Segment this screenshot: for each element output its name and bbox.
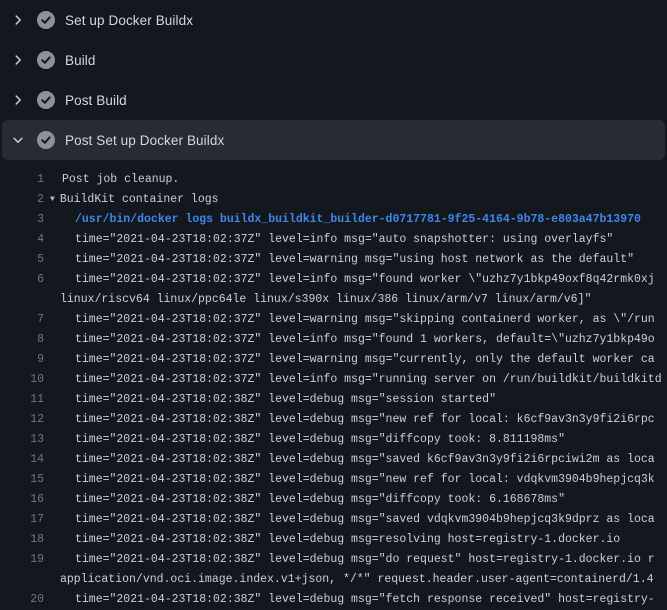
check-circle-icon bbox=[37, 51, 55, 69]
log-text: time="2021-04-23T18:02:37Z" level=warnin… bbox=[44, 310, 655, 330]
log-line: 10time="2021-04-23T18:02:37Z" level=info… bbox=[0, 370, 667, 390]
line-number[interactable]: 11 bbox=[0, 390, 44, 410]
log-text: time="2021-04-23T18:02:38Z" level=debug … bbox=[44, 550, 655, 570]
line-number[interactable]: 5 bbox=[0, 250, 44, 270]
log-text: time="2021-04-23T18:02:37Z" level=info m… bbox=[44, 330, 655, 350]
log-text: time="2021-04-23T18:02:38Z" level=debug … bbox=[44, 510, 655, 530]
log-text: time="2021-04-23T18:02:37Z" level=warnin… bbox=[44, 350, 655, 370]
log-group-toggle[interactable]: ▼ BuildKit container logs bbox=[44, 190, 219, 210]
chevron-down-icon bbox=[10, 132, 26, 148]
log-text: time="2021-04-23T18:02:38Z" level=debug … bbox=[44, 430, 565, 450]
step-row-set-up-docker-buildx[interactable]: Set up Docker Buildx bbox=[0, 0, 667, 40]
log-line: 16time="2021-04-23T18:02:38Z" level=debu… bbox=[0, 490, 667, 510]
line-number[interactable]: 3 bbox=[0, 210, 44, 230]
log-text: Post job cleanup. bbox=[44, 170, 179, 190]
line-number[interactable]: 4 bbox=[0, 230, 44, 250]
line-number[interactable]: 17 bbox=[0, 510, 44, 530]
line-number[interactable]: 15 bbox=[0, 470, 44, 490]
log-line: 14time="2021-04-23T18:02:38Z" level=debu… bbox=[0, 450, 667, 470]
log-line: 17time="2021-04-23T18:02:38Z" level=debu… bbox=[0, 510, 667, 530]
step-label: Post Build bbox=[65, 93, 127, 108]
line-number[interactable]: 16 bbox=[0, 490, 44, 510]
actions-log-panel: Set up Docker Buildx Build Post Build Post … bbox=[0, 0, 667, 610]
step-row-post-set-up-docker-buildx[interactable]: Post Set up Docker Buildx bbox=[2, 120, 665, 160]
collapse-triangle-icon: ▼ bbox=[50, 190, 55, 210]
check-circle-icon bbox=[37, 11, 55, 29]
line-number[interactable]: 6 bbox=[0, 270, 44, 290]
log-line: 8time="2021-04-23T18:02:37Z" level=info … bbox=[0, 330, 667, 350]
log-text: time="2021-04-23T18:02:37Z" level=info m… bbox=[44, 370, 662, 390]
step-label: Set up Docker Buildx bbox=[65, 13, 193, 28]
log-line: 1Post job cleanup. bbox=[0, 170, 667, 190]
check-circle-icon bbox=[37, 131, 55, 149]
log-line: 15time="2021-04-23T18:02:38Z" level=debu… bbox=[0, 470, 667, 490]
log-line: 6time="2021-04-23T18:02:37Z" level=info … bbox=[0, 270, 667, 290]
log-text: time="2021-04-23T18:02:38Z" level=debug … bbox=[44, 450, 655, 470]
log-text: time="2021-04-23T18:02:37Z" level=info m… bbox=[44, 230, 613, 250]
step-label: Post Set up Docker Buildx bbox=[65, 133, 224, 148]
log-group-label: BuildKit container logs bbox=[60, 193, 219, 206]
chevron-right-icon bbox=[10, 52, 26, 68]
log-text: time="2021-04-23T18:02:37Z" level=info m… bbox=[44, 270, 655, 290]
log-line: 5time="2021-04-23T18:02:37Z" level=warni… bbox=[0, 250, 667, 270]
log-line: 12time="2021-04-23T18:02:38Z" level=debu… bbox=[0, 410, 667, 430]
line-number[interactable]: 19 bbox=[0, 550, 44, 570]
line-number[interactable] bbox=[0, 290, 44, 310]
line-number[interactable]: 8 bbox=[0, 330, 44, 350]
log-line: 18time="2021-04-23T18:02:38Z" level=debu… bbox=[0, 530, 667, 550]
line-number[interactable] bbox=[0, 570, 44, 590]
log-viewer: 1Post job cleanup.2 ▼ BuildKit container l… bbox=[0, 160, 667, 610]
chevron-right-icon bbox=[10, 12, 26, 28]
log-command-text: /usr/bin/docker logs buildx_buildkit_bui… bbox=[44, 210, 641, 230]
line-number[interactable]: 20 bbox=[0, 590, 44, 610]
log-line: 20time="2021-04-23T18:02:38Z" level=debu… bbox=[0, 590, 667, 610]
log-text: linux/riscv64 linux/ppc64le linux/s390x … bbox=[44, 290, 591, 310]
log-line: 11time="2021-04-23T18:02:38Z" level=debu… bbox=[0, 390, 667, 410]
log-line: 19time="2021-04-23T18:02:38Z" level=debu… bbox=[0, 550, 667, 570]
log-text: time="2021-04-23T18:02:37Z" level=warnin… bbox=[44, 250, 634, 270]
log-text: time="2021-04-23T18:02:38Z" level=debug … bbox=[44, 490, 565, 510]
log-line: 4time="2021-04-23T18:02:37Z" level=info … bbox=[0, 230, 667, 250]
line-number[interactable]: 9 bbox=[0, 350, 44, 370]
log-line: linux/riscv64 linux/ppc64le linux/s390x … bbox=[0, 290, 667, 310]
log-line: 7time="2021-04-23T18:02:37Z" level=warni… bbox=[0, 310, 667, 330]
check-circle-icon bbox=[37, 91, 55, 109]
step-row-post-build[interactable]: Post Build bbox=[0, 80, 667, 120]
log-text: time="2021-04-23T18:02:38Z" level=debug … bbox=[44, 590, 655, 610]
log-text: application/vnd.oci.image.index.v1+json,… bbox=[44, 570, 654, 590]
log-line: 13time="2021-04-23T18:02:38Z" level=debu… bbox=[0, 430, 667, 450]
log-text: time="2021-04-23T18:02:38Z" level=debug … bbox=[44, 470, 655, 490]
line-number[interactable]: 14 bbox=[0, 450, 44, 470]
line-number[interactable]: 10 bbox=[0, 370, 44, 390]
log-line: 9time="2021-04-23T18:02:37Z" level=warni… bbox=[0, 350, 667, 370]
log-line: 2 ▼ BuildKit container logs bbox=[0, 190, 667, 210]
step-row-build[interactable]: Build bbox=[0, 40, 667, 80]
log-text: time="2021-04-23T18:02:38Z" level=debug … bbox=[44, 410, 655, 430]
line-number[interactable]: 12 bbox=[0, 410, 44, 430]
log-text: time="2021-04-23T18:02:38Z" level=debug … bbox=[44, 530, 620, 550]
line-number[interactable]: 2 bbox=[0, 190, 44, 210]
step-label: Build bbox=[65, 53, 96, 68]
log-text: time="2021-04-23T18:02:38Z" level=debug … bbox=[44, 390, 496, 410]
log-line: 3/usr/bin/docker logs buildx_buildkit_bu… bbox=[0, 210, 667, 230]
log-line: application/vnd.oci.image.index.v1+json,… bbox=[0, 570, 667, 590]
line-number[interactable]: 13 bbox=[0, 430, 44, 450]
steps-list: Set up Docker Buildx Build Post Build Post … bbox=[0, 0, 667, 160]
line-number[interactable]: 7 bbox=[0, 310, 44, 330]
line-number[interactable]: 18 bbox=[0, 530, 44, 550]
line-number[interactable]: 1 bbox=[0, 170, 44, 190]
chevron-right-icon bbox=[10, 92, 26, 108]
